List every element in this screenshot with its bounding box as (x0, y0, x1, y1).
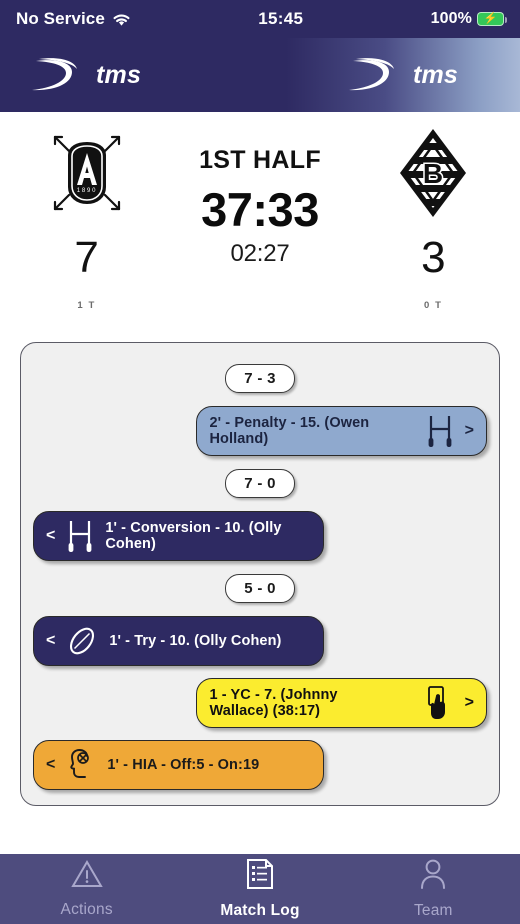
period-label: 1ST HALF (199, 146, 321, 174)
match-log-event[interactable]: < 1' - Try - 10. (Olly Cohen) (33, 616, 324, 666)
home-tries-label: 1 T (77, 300, 96, 311)
brand-logo-right: tms (339, 55, 458, 95)
battery-percent-label: 100% (430, 10, 472, 27)
team-a-crest-icon: 1890 (41, 124, 133, 222)
event-chevron-left-icon[interactable]: < (46, 756, 55, 774)
tms-swoosh-logo-icon-right (339, 55, 399, 95)
goal-posts-icon (425, 414, 455, 448)
goal-posts-icon (65, 519, 95, 553)
team-b-crest-icon: B (393, 124, 473, 222)
person-icon (419, 858, 447, 895)
match-log-event[interactable]: 1 - YC - 7. (Johnny Wallace) (38:17) > (196, 678, 487, 728)
event-label: 1' - Try - 10. (Olly Cohen) (109, 633, 282, 649)
brand-header: tms tms (0, 38, 520, 112)
warning-triangle-icon (70, 859, 103, 894)
event-label: 1' - HIA - Off:5 - On:19 (107, 757, 260, 773)
match-log-section: 7 - 3 2' - Penalty - 15. (Owen Holland) >… (0, 342, 520, 854)
event-chevron-right-icon[interactable]: > (465, 422, 474, 440)
wifi-icon (112, 12, 131, 26)
home-team-block: 1890 7 1 T (0, 124, 173, 311)
status-bar-right: 100% ⚡ (430, 10, 507, 28)
event-label: 1 - YC - 7. (Johnny Wallace) (38:17) (209, 687, 338, 719)
brand-wordmark-right: tms (412, 60, 458, 89)
match-clock-block: 1ST HALF 37:33 02:27 (173, 124, 346, 268)
secondary-clock: 02:27 (230, 240, 290, 268)
brand-logo-left: tms (22, 55, 141, 95)
carrier-label: No Service (16, 9, 105, 28)
tab-team[interactable]: Team (347, 858, 520, 920)
document-list-icon (246, 858, 274, 895)
score-chip: 5 - 0 (225, 574, 295, 603)
tab-label: Team (413, 902, 453, 919)
event-chevron-left-icon[interactable]: < (46, 632, 55, 650)
score-chip: 7 - 0 (225, 469, 295, 498)
match-clock: 37:33 (201, 183, 319, 236)
match-log-event[interactable]: 2' - Penalty - 15. (Owen Holland) > (196, 406, 487, 456)
status-bar: No Service 15:45 100% ⚡ (0, 0, 520, 38)
scoreboard: 1890 7 1 T 1ST HALF 37:33 02:27 B 3 0 T (0, 112, 520, 342)
match-log-list[interactable]: 7 - 3 2' - Penalty - 15. (Owen Holland) >… (20, 342, 500, 806)
tab-actions[interactable]: Actions (0, 859, 173, 919)
score-chip: 7 - 3 (225, 364, 295, 393)
clock-label: 15:45 (258, 9, 304, 28)
battery-charging-icon: ⚡ (476, 12, 507, 26)
away-tries-label: 0 T (424, 300, 443, 311)
brand-wordmark-left: tms (96, 60, 142, 89)
match-log-event[interactable]: < 1' - Conversion - 10. (Olly Cohen) (33, 511, 324, 561)
bottom-tab-bar: Actions Match Log Team (0, 854, 520, 924)
match-log-event[interactable]: < 1' - HIA - Off:5 - On:19 (33, 740, 324, 790)
away-score: 3 (421, 233, 446, 282)
status-bar-left: No Service (16, 9, 131, 29)
tab-label: Actions (60, 901, 113, 918)
svg-text:B: B (423, 158, 443, 189)
tab-label: Match Log (220, 902, 300, 919)
rugby-ball-icon (65, 624, 99, 658)
event-label: 2' - Penalty - 15. (Owen Holland) (209, 415, 370, 447)
home-score: 7 (74, 233, 99, 282)
svg-text:1890: 1890 (76, 188, 97, 194)
away-team-block: B 3 0 T (347, 124, 520, 311)
event-chevron-right-icon[interactable]: > (465, 694, 474, 712)
event-chevron-left-icon[interactable]: < (46, 527, 55, 545)
tab-match-log[interactable]: Match Log (173, 858, 346, 920)
app-root: No Service 15:45 100% ⚡ tms tms 1890 7 1… (0, 0, 520, 924)
event-label: 1' - Conversion - 10. (Olly Cohen) (105, 520, 282, 552)
head-injury-icon (65, 748, 97, 782)
yellow-card-hand-icon (421, 685, 455, 721)
tms-swoosh-logo-icon (22, 55, 82, 95)
